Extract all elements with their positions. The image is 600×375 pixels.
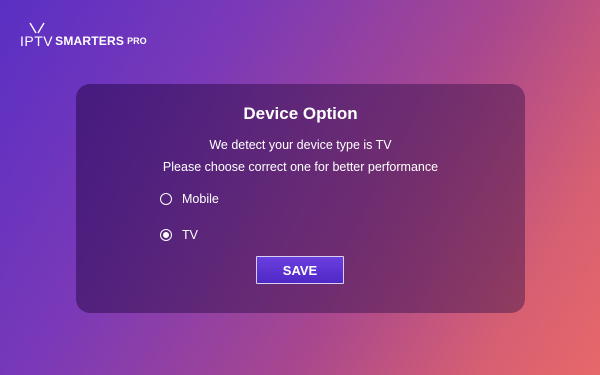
option-mobile[interactable]: Mobile bbox=[160, 192, 219, 206]
dialog-title: Device Option bbox=[243, 104, 358, 123]
option-tv-label: TV bbox=[182, 228, 198, 242]
save-button[interactable]: SAVE bbox=[256, 256, 344, 284]
dialog-message-detected: We detect your device type is TV bbox=[209, 138, 392, 152]
app-logo: IPTV SMARTERS PRO bbox=[20, 12, 147, 52]
logo-pro-text: PRO bbox=[127, 36, 147, 46]
option-tv[interactable]: TV bbox=[160, 228, 198, 242]
logo-iptv-text: IPTV bbox=[20, 22, 53, 48]
option-mobile-label: Mobile bbox=[182, 192, 219, 206]
tv-antenna-icon bbox=[29, 22, 45, 34]
device-option-dialog: Device Option We detect your device type… bbox=[76, 84, 525, 313]
tv-radio-button[interactable] bbox=[160, 229, 172, 241]
mobile-radio-button[interactable] bbox=[160, 193, 172, 205]
logo-smarters-text: SMARTERS bbox=[55, 34, 125, 48]
dialog-message-instruction: Please choose correct one for better per… bbox=[162, 160, 439, 174]
